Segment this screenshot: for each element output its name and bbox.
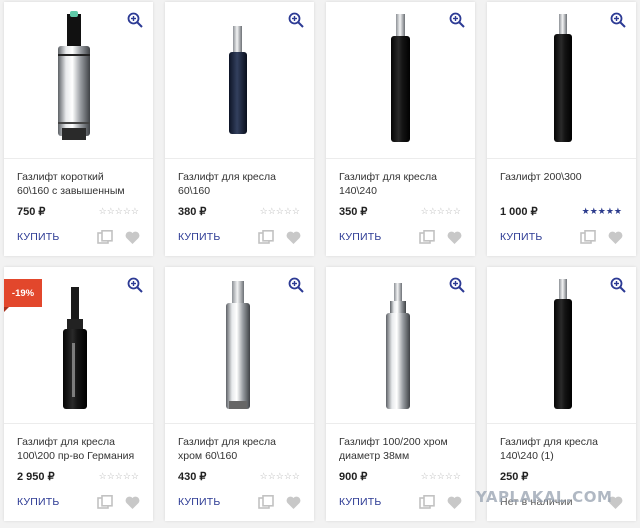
- compare-icon[interactable]: [258, 495, 274, 509]
- rating-stars: ☆☆☆☆☆: [259, 471, 300, 481]
- badge-tail: [4, 307, 9, 312]
- product-image[interactable]: -19%: [4, 267, 153, 422]
- zoom-in-icon[interactable]: [127, 12, 143, 28]
- zoom-in-icon[interactable]: [127, 277, 143, 293]
- product-card[interactable]: Газлифт для кресла 60\160 380 ₽ ☆☆☆☆☆ КУ…: [165, 2, 314, 256]
- divider: [326, 158, 475, 159]
- rating-stars: ☆☆☆☆☆: [98, 471, 139, 481]
- rating-stars: ☆☆☆☆☆: [420, 206, 461, 216]
- rating-stars: ☆☆☆☆☆: [98, 206, 139, 216]
- product-card[interactable]: Газлифт короткий 60\160 с завышенным 750…: [4, 2, 153, 256]
- product-price: 2 950 ₽: [17, 471, 55, 483]
- product-title[interactable]: Газлифт 200\300: [500, 170, 626, 198]
- product-card[interactable]: Газлифт 100/200 хром диаметр 38мм 900 ₽ …: [326, 267, 475, 521]
- compare-icon[interactable]: [580, 230, 596, 244]
- product-card[interactable]: -19% Газлифт для кресла 100\200 пр-во Ге…: [4, 267, 153, 521]
- compare-icon[interactable]: [258, 230, 274, 244]
- product-image[interactable]: [326, 267, 475, 422]
- product-title[interactable]: Газлифт для кресла 140\240 (1): [500, 435, 626, 463]
- compare-icon[interactable]: [419, 230, 435, 244]
- product-image[interactable]: [487, 267, 636, 422]
- product-image[interactable]: [165, 267, 314, 422]
- product-image[interactable]: [4, 2, 153, 157]
- zoom-in-icon[interactable]: [610, 277, 626, 293]
- divider: [165, 423, 314, 424]
- compare-icon[interactable]: [419, 495, 435, 509]
- product-price: 430 ₽: [178, 471, 207, 483]
- product-price: 900 ₽: [339, 471, 368, 483]
- product-price: 250 ₽: [500, 471, 529, 483]
- product-grid: Газлифт короткий 60\160 с завышенным 750…: [0, 0, 640, 528]
- buy-button[interactable]: КУПИТЬ: [178, 231, 221, 243]
- heart-icon[interactable]: [447, 496, 462, 509]
- product-card[interactable]: Газлифт для кресла хром 60\160 430 ₽ ☆☆☆…: [165, 267, 314, 521]
- product-price: 350 ₽: [339, 206, 368, 218]
- divider: [487, 158, 636, 159]
- product-image[interactable]: [487, 2, 636, 157]
- zoom-in-icon[interactable]: [449, 277, 465, 293]
- watermark: YAPLAKAL.COM: [476, 488, 613, 506]
- zoom-in-icon[interactable]: [288, 12, 304, 28]
- product-image[interactable]: [165, 2, 314, 157]
- product-title[interactable]: Газлифт для кресла 140\240: [339, 170, 465, 198]
- product-card[interactable]: Газлифт для кресла 140\240 (1) 250 ₽ Нет…: [487, 267, 636, 521]
- buy-button[interactable]: КУПИТЬ: [339, 231, 382, 243]
- divider: [487, 423, 636, 424]
- zoom-in-icon[interactable]: [449, 12, 465, 28]
- rating-stars: ☆☆☆☆☆: [259, 206, 300, 216]
- divider: [165, 158, 314, 159]
- rating-stars: ★★★★★: [581, 206, 622, 216]
- rating-stars: ☆☆☆☆☆: [420, 471, 461, 481]
- heart-icon[interactable]: [125, 496, 140, 509]
- heart-icon[interactable]: [286, 231, 301, 244]
- product-price: 1 000 ₽: [500, 206, 538, 218]
- zoom-in-icon[interactable]: [610, 12, 626, 28]
- heart-icon[interactable]: [125, 231, 140, 244]
- product-price: 380 ₽: [178, 206, 207, 218]
- buy-button[interactable]: КУПИТЬ: [500, 231, 543, 243]
- product-title[interactable]: Газлифт для кресла 60\160: [178, 170, 304, 198]
- product-image[interactable]: [326, 2, 475, 157]
- product-card[interactable]: Газлифт 200\300 1 000 ₽ ★★★★★ КУПИТЬ: [487, 2, 636, 256]
- compare-icon[interactable]: [97, 230, 113, 244]
- heart-icon[interactable]: [447, 231, 462, 244]
- heart-icon[interactable]: [286, 496, 301, 509]
- product-title[interactable]: Газлифт 100/200 хром диаметр 38мм: [339, 435, 465, 463]
- buy-button[interactable]: КУПИТЬ: [17, 496, 60, 508]
- zoom-in-icon[interactable]: [288, 277, 304, 293]
- product-title[interactable]: Газлифт для кресла 100\200 пр-во Германи…: [17, 435, 143, 463]
- buy-button[interactable]: КУПИТЬ: [339, 496, 382, 508]
- buy-button[interactable]: КУПИТЬ: [178, 496, 221, 508]
- product-price: 750 ₽: [17, 206, 46, 218]
- divider: [4, 158, 153, 159]
- divider: [4, 423, 153, 424]
- product-card[interactable]: Газлифт для кресла 140\240 350 ₽ ☆☆☆☆☆ К…: [326, 2, 475, 256]
- product-title[interactable]: Газлифт короткий 60\160 с завышенным: [17, 170, 143, 198]
- divider: [326, 423, 475, 424]
- compare-icon[interactable]: [97, 495, 113, 509]
- product-title[interactable]: Газлифт для кресла хром 60\160: [178, 435, 304, 463]
- buy-button[interactable]: КУПИТЬ: [17, 231, 60, 243]
- discount-badge: -19%: [4, 279, 42, 307]
- heart-icon[interactable]: [608, 231, 623, 244]
